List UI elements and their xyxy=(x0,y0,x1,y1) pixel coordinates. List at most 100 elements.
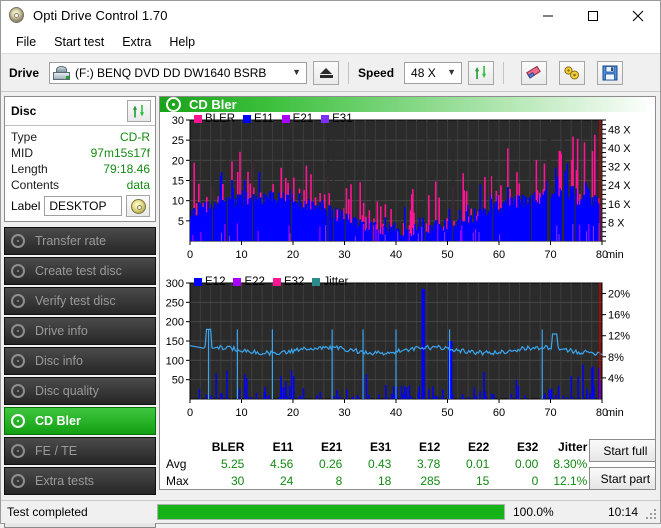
disc-row-value: data xyxy=(127,177,150,193)
sidebar-item-fe-te[interactable]: FE / TE xyxy=(4,437,156,465)
key-button[interactable] xyxy=(559,61,585,85)
svg-text:5: 5 xyxy=(178,216,184,228)
content-panel: CD Bler BLER E11 E21 xyxy=(159,96,656,490)
svg-text:4%: 4% xyxy=(608,373,624,385)
resize-grip[interactable] xyxy=(646,509,657,520)
start-full-button[interactable]: Start full xyxy=(589,439,656,462)
speed-select[interactable]: 48 X ▼ xyxy=(404,62,462,84)
column-header-e12: E12 xyxy=(393,438,442,455)
disc-label-row: Label DESKTOP xyxy=(11,195,150,217)
disc-info-box: Disc Type CD-R MID 97m15s17f Len xyxy=(4,96,156,222)
sidebar-item-disc-quality[interactable]: Disc quality xyxy=(4,377,156,405)
maximize-icon[interactable] xyxy=(570,1,615,31)
legend-item-e12: E12 xyxy=(194,276,225,288)
cell-avg-e32: 0.00 xyxy=(491,455,540,472)
cell-total-e31: 2060 xyxy=(344,489,393,490)
disc-row-key: Length xyxy=(11,161,48,177)
disc-row-value: CD-R xyxy=(120,129,150,145)
disc-label-input[interactable]: DESKTOP xyxy=(44,196,122,216)
disc-row-mid: MID 97m15s17f xyxy=(11,145,150,161)
row-label-total: Total xyxy=(162,489,197,490)
svg-text:8%: 8% xyxy=(608,352,624,364)
menu-item-help[interactable]: Help xyxy=(160,33,204,51)
svg-text:50: 50 xyxy=(441,407,453,419)
sidebar-item-label: Verify test disc xyxy=(35,294,116,308)
disc-label-button[interactable] xyxy=(126,195,150,217)
chevron-down-icon: ▼ xyxy=(444,68,459,77)
floppy-save-icon xyxy=(602,65,618,81)
bler-chart-svg[interactable]: 5101520253001020304050607080min8 X16 X24… xyxy=(160,112,652,272)
window-title: Opti Drive Control 1.70 xyxy=(33,8,168,23)
statistics-area: BLER E11 E21 E31 E12 E22 E32 Jitter Avg … xyxy=(160,433,655,490)
sidebar-item-label: Extra tests xyxy=(35,474,94,488)
sidebar-item-transfer-rate[interactable]: Transfer rate xyxy=(4,227,156,255)
legend-label: E32 xyxy=(284,276,304,288)
cell-max-e21: 8 xyxy=(295,472,344,489)
svg-text:40: 40 xyxy=(390,407,402,419)
speed-select-value: 48 X xyxy=(411,66,444,80)
chevron-down-icon: ▼ xyxy=(289,68,304,77)
cell-max-e22: 15 xyxy=(442,472,491,489)
disc-row-key: Contents xyxy=(11,177,59,193)
cell-max-jitter: 12.1% xyxy=(540,472,589,489)
svg-text:30: 30 xyxy=(338,249,350,261)
sidebar-item-cd-bler[interactable]: CD Bler xyxy=(4,407,156,435)
sidebar-item-label: Transfer rate xyxy=(35,234,106,248)
cell-max-e12: 285 xyxy=(393,472,442,489)
legend-swatch xyxy=(321,115,329,123)
svg-text:50: 50 xyxy=(441,249,453,261)
minimize-icon[interactable] xyxy=(525,1,570,31)
legend-swatch xyxy=(282,115,290,123)
sidebar-item-disc-info[interactable]: Disc info xyxy=(4,347,156,375)
disc-test-icon xyxy=(10,353,28,369)
drive-select[interactable]: (F:) BENQ DVD DD DW1640 BSRB ▼ xyxy=(49,62,307,84)
disc-label-key: Label xyxy=(11,199,40,213)
disc-test-icon xyxy=(10,413,28,429)
disc-row-value: 79:18.46 xyxy=(103,161,150,177)
svg-text:60: 60 xyxy=(493,407,505,419)
disc-test-icon xyxy=(10,263,28,279)
menu-item-file[interactable]: File xyxy=(7,33,45,51)
save-button[interactable] xyxy=(597,61,623,85)
cell-total-e11: 21703 xyxy=(246,489,295,490)
disc-row-type: Type CD-R xyxy=(11,129,150,145)
column-header-e21: E21 xyxy=(295,438,344,455)
column-header-jitter: Jitter xyxy=(540,438,589,455)
menu-bar: File Start test Extra Help xyxy=(1,31,660,54)
table-row: Total 24991 21703 1228 2060 17978 57 0 xyxy=(162,489,589,490)
menu-item-start-test[interactable]: Start test xyxy=(45,33,113,51)
svg-text:10: 10 xyxy=(235,407,247,419)
erase-button[interactable] xyxy=(521,61,547,85)
disc-test-icon xyxy=(10,383,28,399)
cell-avg-e31: 0.43 xyxy=(344,455,393,472)
cell-max-e31: 18 xyxy=(344,472,393,489)
table-row: Max 30 24 8 18 285 15 0 12.1% xyxy=(162,472,589,489)
disc-refresh-button[interactable] xyxy=(127,100,151,122)
progress-bar-fill xyxy=(158,505,504,519)
sidebar-item-drive-info[interactable]: Drive info xyxy=(4,317,156,345)
e12-chart-svg[interactable]: 5010015020025030001020304050607080min4%8… xyxy=(160,275,652,430)
svg-text:100: 100 xyxy=(166,355,184,367)
start-part-button[interactable]: Start part xyxy=(589,467,656,490)
sidebar-item-create-test-disc[interactable]: Create test disc xyxy=(4,257,156,285)
cell-total-bler: 24991 xyxy=(197,489,246,490)
sidebar-item-extra-tests[interactable]: Extra tests xyxy=(4,467,156,495)
status-bar: Test completed 100.0% 10:14 xyxy=(1,500,660,523)
menu-item-extra[interactable]: Extra xyxy=(113,33,160,51)
svg-text:20: 20 xyxy=(172,155,184,167)
close-icon[interactable] xyxy=(615,1,660,31)
svg-text:16 X: 16 X xyxy=(608,199,631,211)
sidebar-item-label: Disc quality xyxy=(35,384,99,398)
refresh-button[interactable] xyxy=(468,61,494,85)
svg-text:50: 50 xyxy=(172,375,184,387)
svg-text:8 X: 8 X xyxy=(608,217,625,229)
panel-title: CD Bler xyxy=(189,97,237,112)
eject-button[interactable] xyxy=(313,61,339,85)
sidebar-item-verify-test-disc[interactable]: Verify test disc xyxy=(4,287,156,315)
toolbar-divider-2 xyxy=(503,62,504,84)
toolbar-divider-1 xyxy=(348,62,349,84)
cell-max-e32: 0 xyxy=(491,472,540,489)
disc-row-key: MID xyxy=(11,145,33,161)
svg-text:70: 70 xyxy=(544,407,556,419)
eraser-icon xyxy=(525,65,543,81)
